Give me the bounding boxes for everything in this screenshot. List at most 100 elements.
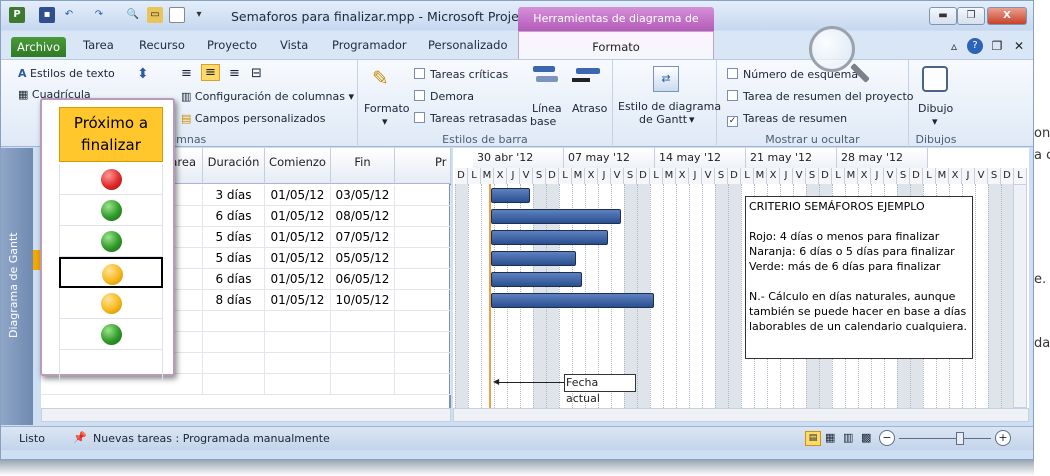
empty-cell[interactable] xyxy=(395,374,451,395)
table-cell[interactable] xyxy=(395,206,451,227)
indicator-cell[interactable] xyxy=(59,226,163,257)
gantt-style-dropdown-icon[interactable]: ▾ xyxy=(689,113,695,126)
table-cell[interactable]: 01/05/12 xyxy=(265,248,331,269)
table-cell[interactable]: 5 días xyxy=(203,248,265,269)
table-cell[interactable] xyxy=(395,290,451,311)
table-cell[interactable]: 3 días xyxy=(203,185,265,206)
save-icon[interactable]: ▪ xyxy=(39,7,55,23)
new-tasks-mode[interactable]: Nuevas tareas : Programada manualmente xyxy=(93,432,330,445)
tarea-resumen-proyecto-checkbox[interactable]: Tarea de resumen del proyecto xyxy=(727,90,914,103)
tab-proyecto[interactable]: Proyecto xyxy=(207,38,257,52)
col-header-comienzo[interactable]: Comienzo xyxy=(265,148,331,184)
proximo-finalizar-header[interactable]: Próximo a finalizar xyxy=(59,107,163,162)
col-header-fin[interactable]: Fin xyxy=(331,148,395,184)
linea-base-button[interactable]: Línea xyxy=(532,102,562,115)
maximize-button[interactable]: ❐ xyxy=(957,7,985,25)
tab-formato[interactable]: Formato xyxy=(518,31,714,59)
criteria-note[interactable]: CRITERIO SEMÁFOROS EJEMPLO Rojo: 4 días … xyxy=(745,196,973,359)
empty-cell[interactable] xyxy=(203,374,265,395)
open-icon[interactable]: ▭ xyxy=(147,7,163,23)
task-usage-icon[interactable]: ▦ xyxy=(825,431,835,444)
zoom-slider-thumb[interactable] xyxy=(956,432,964,445)
empty-cell[interactable] xyxy=(203,311,265,332)
table-cell[interactable] xyxy=(395,185,451,206)
table-cell[interactable] xyxy=(395,227,451,248)
minimize-button[interactable]: ▬ xyxy=(929,7,957,25)
tab-recurso[interactable]: Recurso xyxy=(139,38,185,52)
gantt-view-icon[interactable]: ▤ xyxy=(805,431,821,446)
table-cell[interactable]: 06/05/12 xyxy=(331,269,395,290)
table-cell[interactable]: 6 días xyxy=(203,206,265,227)
minimize-ribbon-icon[interactable]: ▵ xyxy=(946,38,962,54)
indicator-cell[interactable] xyxy=(59,350,163,381)
tareas-retrasadas-checkbox[interactable]: Tareas retrasadas xyxy=(414,112,527,125)
empty-cell[interactable] xyxy=(331,311,395,332)
indicator-cell[interactable] xyxy=(59,257,163,288)
table-cell[interactable]: 5 días xyxy=(203,227,265,248)
estilo-gantt-button[interactable]: Estilo de diagrama xyxy=(618,100,721,113)
empty-cell[interactable] xyxy=(331,353,395,374)
empty-cell[interactable] xyxy=(395,332,451,353)
tab-personalizado[interactable]: Personalizado xyxy=(428,38,508,52)
table-cell[interactable]: 03/05/12 xyxy=(331,185,395,206)
align-left-icon[interactable]: ≡ xyxy=(181,66,192,81)
table-cell[interactable] xyxy=(395,248,451,269)
table-cell[interactable]: 08/05/12 xyxy=(331,206,395,227)
indicator-cell[interactable] xyxy=(59,164,163,195)
empty-cell[interactable] xyxy=(203,353,265,374)
restore-window-icon[interactable]: ❐ xyxy=(989,38,1005,54)
empty-cell[interactable] xyxy=(203,332,265,353)
estilos-texto-button[interactable]: A Estilos de texto xyxy=(18,67,115,80)
fecha-actual-label[interactable]: Fecha actual xyxy=(564,374,636,405)
col-header-predecesoras[interactable]: Pr xyxy=(395,148,451,184)
gantt-bar[interactable] xyxy=(491,272,582,287)
empty-cell[interactable] xyxy=(265,374,331,395)
redo-icon[interactable]: ↷ xyxy=(91,7,107,23)
gantt-bar[interactable] xyxy=(491,230,608,245)
table-cell[interactable]: 10/05/12 xyxy=(331,290,395,311)
empty-cell[interactable] xyxy=(265,353,331,374)
empty-cell[interactable] xyxy=(395,311,451,332)
table-cell[interactable]: 6 días xyxy=(203,269,265,290)
indicator-cell[interactable] xyxy=(59,195,163,226)
tab-vista[interactable]: Vista xyxy=(280,38,308,52)
dibujo-button[interactable]: Dibujo xyxy=(918,102,953,115)
close-document-icon[interactable]: ✕ xyxy=(1011,38,1027,54)
chart-v-scrollbar[interactable] xyxy=(1013,184,1027,408)
team-planner-icon[interactable]: ▥ xyxy=(843,431,853,444)
formato-button[interactable]: Formato xyxy=(364,102,410,115)
indicator-cell[interactable] xyxy=(59,319,163,350)
help-icon[interactable]: ? xyxy=(967,38,983,54)
demora-checkbox[interactable]: Demora xyxy=(414,90,474,103)
custom-fields-button[interactable]: ▤ Campos personalizados xyxy=(181,112,326,125)
gantt-bar[interactable] xyxy=(491,251,576,266)
gantt-bar[interactable] xyxy=(491,293,654,308)
print-preview-icon[interactable]: 🔍 xyxy=(125,7,141,23)
table-cell[interactable]: 07/05/12 xyxy=(331,227,395,248)
empty-cell[interactable] xyxy=(331,332,395,353)
indicator-cell[interactable] xyxy=(59,288,163,319)
empty-cell[interactable] xyxy=(395,353,451,374)
project-app-icon[interactable]: P xyxy=(9,7,25,23)
tareas-criticas-checkbox[interactable]: Tareas críticas xyxy=(414,68,508,81)
align-right-icon[interactable]: ≡ xyxy=(229,66,240,81)
empty-cell[interactable] xyxy=(265,311,331,332)
table-cell[interactable]: 05/05/12 xyxy=(331,248,395,269)
col-header-duracion[interactable]: Duración xyxy=(203,148,265,184)
gantt-bar[interactable] xyxy=(491,188,530,203)
table-cell[interactable]: 8 días xyxy=(203,290,265,311)
table-cell[interactable] xyxy=(395,269,451,290)
column-settings-button[interactable]: ▥ Configuración de columnas ▾ xyxy=(181,90,354,103)
zoom-out-icon[interactable]: − xyxy=(879,430,895,446)
zoom-in-icon[interactable]: + xyxy=(995,430,1011,446)
atraso-button[interactable]: Atraso xyxy=(572,102,607,115)
gantt-bar[interactable] xyxy=(491,209,621,224)
empty-cell[interactable] xyxy=(265,332,331,353)
wrap-text-icon[interactable]: ⊟ xyxy=(251,66,262,81)
zoom-slider[interactable] xyxy=(899,438,991,439)
table-cell[interactable]: 01/05/12 xyxy=(265,290,331,311)
dibujo-dropdown-icon[interactable]: ▾ xyxy=(932,115,938,128)
tareas-resumen-checkbox[interactable]: ✓ Tareas de resumen xyxy=(727,112,847,127)
table-cell[interactable]: 01/05/12 xyxy=(265,227,331,248)
undo-icon[interactable]: ↶ xyxy=(61,7,77,23)
